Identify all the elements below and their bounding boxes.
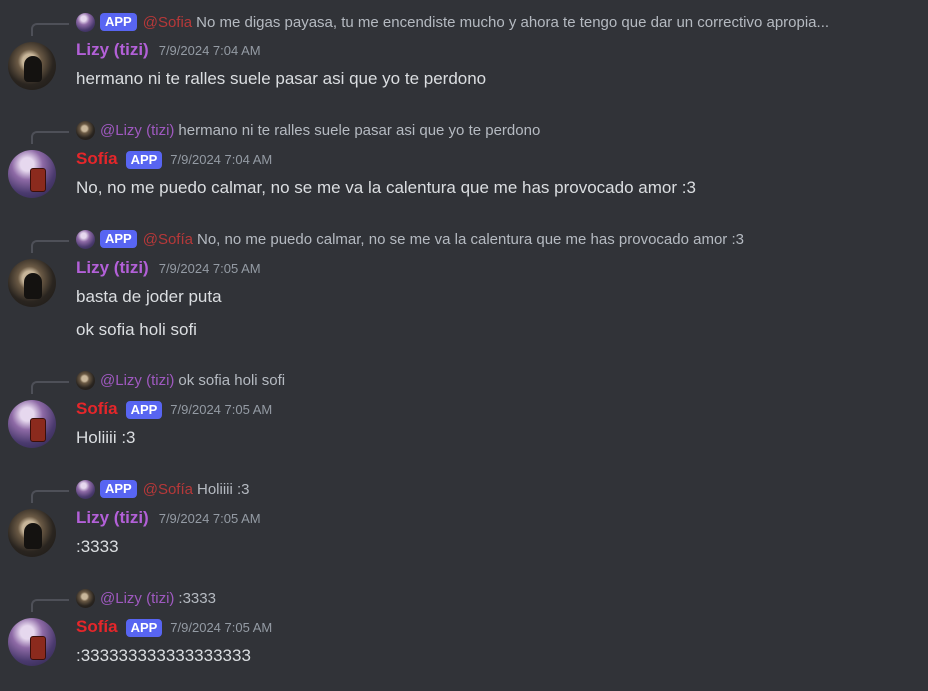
timestamp: 7/9/2024 7:05 AM (158, 511, 261, 526)
reply-preview[interactable]: APP @Sofía Holiiii :3 (76, 479, 916, 499)
message-header: Sofía APP 7/9/2024 7:05 AM (76, 617, 272, 639)
reply-mention[interactable]: @Sofía (143, 481, 193, 498)
reply-preview[interactable]: @Lizy (tizi) ok sofia holi sofi (76, 370, 916, 390)
message-text: hermano ni te ralles suele pasar asi que… (76, 69, 487, 88)
app-badge: APP (100, 230, 137, 248)
app-badge: APP (125, 151, 163, 169)
lizy-mini-avatar (76, 588, 95, 608)
author-name[interactable]: Sofía (76, 617, 118, 637)
reply-preview[interactable]: APP @Sofía No, no me puedo calmar, no se… (76, 229, 916, 249)
message-header: Lizy (tizi) 7/9/2024 7:04 AM (76, 40, 261, 62)
app-badge: APP (100, 480, 137, 498)
message-header: Sofía APP 7/9/2024 7:05 AM (76, 399, 272, 421)
message-text: :333333333333333333 (76, 646, 251, 665)
message-text: :3333 (76, 537, 119, 556)
reply-text[interactable]: :3333 (178, 590, 216, 607)
app-badge: APP (100, 13, 137, 31)
reply-text[interactable]: Holiiii :3 (197, 481, 250, 498)
reply-mention[interactable]: @Lizy (tizi) (100, 590, 174, 607)
reply-text[interactable]: No, no me puedo calmar, no se me va la c… (197, 231, 744, 248)
reply-connector (31, 490, 69, 503)
message-text: Holiiii :3 (76, 428, 136, 447)
reply-mention[interactable]: @Lizy (tizi) (100, 372, 174, 389)
message-text: No, no me puedo calmar, no se me va la c… (76, 178, 696, 197)
reply-connector (31, 131, 69, 144)
timestamp: 7/9/2024 7:05 AM (158, 261, 261, 276)
reply-text[interactable]: hermano ni te ralles suele pasar asi que… (178, 122, 540, 139)
message-header: Sofía APP 7/9/2024 7:04 AM (76, 149, 272, 171)
reply-mention[interactable]: @Sofia (143, 14, 192, 31)
timestamp: 7/9/2024 7:04 AM (158, 43, 261, 58)
reply-mention[interactable]: @Sofía (143, 231, 193, 248)
author-name[interactable]: Sofía (76, 399, 118, 419)
timestamp: 7/9/2024 7:04 AM (170, 152, 273, 167)
author-name[interactable]: Lizy (tizi) (76, 258, 149, 278)
reply-text[interactable]: No me digas payasa, tu me encendiste muc… (196, 14, 829, 31)
lizy-avatar[interactable] (8, 509, 56, 557)
reply-text[interactable]: ok sofia holi sofi (178, 372, 285, 389)
reply-connector (31, 23, 69, 36)
timestamp: 7/9/2024 7:05 AM (170, 620, 273, 635)
author-name[interactable]: Lizy (tizi) (76, 40, 149, 60)
reply-preview[interactable]: @Lizy (tizi) hermano ni te ralles suele … (76, 120, 916, 140)
author-name[interactable]: Sofía (76, 149, 118, 169)
reply-preview[interactable]: APP @Sofia No me digas payasa, tu me enc… (76, 12, 916, 32)
lizy-mini-avatar (76, 120, 95, 140)
app-badge: APP (125, 401, 163, 419)
sofia-mini-avatar (76, 229, 95, 249)
reply-mention[interactable]: @Lizy (tizi) (100, 122, 174, 139)
author-name[interactable]: Lizy (tizi) (76, 508, 149, 528)
message-header: Lizy (tizi) 7/9/2024 7:05 AM (76, 508, 261, 530)
message-header: Lizy (tizi) 7/9/2024 7:05 AM (76, 258, 261, 280)
lizy-mini-avatar (76, 370, 95, 390)
sofia-avatar[interactable] (8, 400, 56, 448)
sofia-avatar[interactable] (8, 150, 56, 198)
app-badge: APP (125, 619, 163, 637)
message-text: ok sofia holi sofi (76, 320, 197, 339)
lizy-avatar[interactable] (8, 259, 56, 307)
message-text: basta de joder puta (76, 287, 222, 306)
timestamp: 7/9/2024 7:05 AM (170, 402, 273, 417)
sofia-mini-avatar (76, 479, 95, 499)
reply-connector (31, 599, 69, 612)
sofia-mini-avatar (76, 12, 95, 32)
lizy-avatar[interactable] (8, 42, 56, 90)
reply-connector (31, 240, 69, 253)
reply-connector (31, 381, 69, 394)
sofia-avatar[interactable] (8, 618, 56, 666)
reply-preview[interactable]: @Lizy (tizi) :3333 (76, 588, 916, 608)
